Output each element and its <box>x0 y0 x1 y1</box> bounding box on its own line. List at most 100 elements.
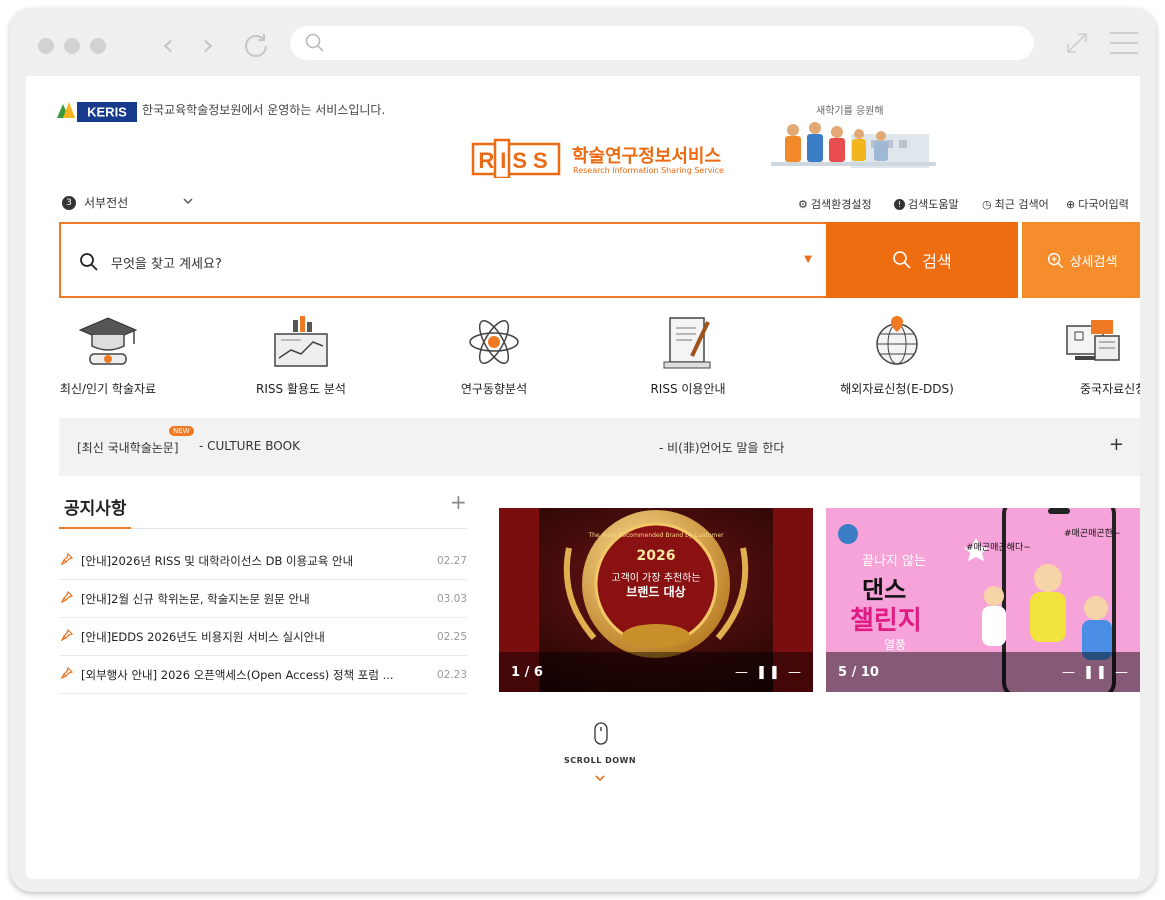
slide-counter: 1 / 6 <box>511 665 543 680</box>
notification-count-badge[interactable]: 3 <box>62 196 76 210</box>
multilingual-input-link[interactable]: ⊕ 다국어입력 <box>1066 196 1129 212</box>
notice-row[interactable]: [안내]2026년 RISS 및 대학라이선스 DB 이용교육 안내 02.27 <box>59 542 467 580</box>
banner-controls: 1 / 6 — ❚❚ — <box>499 652 813 692</box>
notice-more-button[interactable]: + <box>450 490 467 514</box>
keris-label: KERIS <box>87 105 127 120</box>
pin-icon <box>61 553 73 565</box>
new-badge: NEW <box>169 426 194 436</box>
chevron-down-icon[interactable] <box>182 196 194 206</box>
quick-link-label: RISS 이용안내 <box>650 382 726 396</box>
quick-link-research-trends[interactable]: 연구동향분석 <box>419 312 569 412</box>
search-help-label: 검색도움말 <box>908 198 959 211</box>
scroll-down-label: SCROLL DOWN <box>564 756 637 765</box>
mouse-icon[interactable] <box>593 722 609 746</box>
search-settings-link[interactable]: ⚙ 검색환경설정 <box>798 196 872 212</box>
ticker-item[interactable]: - CULTURE BOOK <box>199 439 300 453</box>
notice-date: 02.27 <box>436 555 467 567</box>
notice-title: 공지사항 <box>64 499 127 519</box>
pin-icon <box>61 667 73 679</box>
browser-toolbar: ‹ › <box>10 8 1156 76</box>
search-button[interactable]: 검색 <box>826 222 1018 298</box>
analytics-chart-icon <box>274 316 328 367</box>
info-icon: ! <box>894 198 905 210</box>
banner-headline: 챌린지 <box>850 606 922 636</box>
browser-window: ‹ › KERIS 한국교육학술정보원에서 운영하는 서비스입니다. 새학기를 … <box>10 8 1156 892</box>
dance-challenge-banner[interactable]: 끝나지 않는 댄스 챌린지 열풍 #매곤매곤해다~ #매곤매곤한~ 5 / 10… <box>826 508 1140 692</box>
keris-description: 한국교육학술정보원에서 운영하는 서비스입니다. <box>142 103 386 117</box>
search-placeholder: 무엇을 찾고 계세요? <box>111 257 222 272</box>
recent-search-link[interactable]: ◷ 최근 검색어 <box>982 196 1049 212</box>
recent-search-label: 최근 검색어 <box>994 198 1049 211</box>
quick-link-latest-popular[interactable]: 최신/인기 학술자료 <box>33 312 183 412</box>
title-underline <box>59 527 131 529</box>
ticker-item[interactable]: - 비(非)언어도 말을 한다 <box>659 439 784 456</box>
ticker-more-button[interactable]: + <box>1109 434 1124 455</box>
quick-link-label: 해외자료신청(E-DDS) <box>840 382 954 396</box>
notice-row[interactable]: [안내]EDDS 2026년도 비용지원 서비스 실시안내 02.25 <box>59 618 467 656</box>
quick-link-label: RISS 활용도 분석 <box>256 382 346 396</box>
campaign-illustration[interactable] <box>771 116 936 176</box>
menu-icon[interactable] <box>1110 32 1138 54</box>
banner-ring-text: The most Recommended Brand by Customer <box>588 532 724 539</box>
computer-book-icon <box>1066 320 1120 361</box>
banner-text: 열풍 <box>884 638 907 652</box>
advanced-search-button[interactable]: 상세검색 <box>1022 222 1140 298</box>
user-name[interactable]: 서부전선 <box>84 194 128 211</box>
ticker-category[interactable]: [최신 국내학술논문] <box>77 439 179 456</box>
search-input[interactable]: 무엇을 찾고 계세요? ▼ <box>59 222 826 298</box>
advanced-search-label: 상세검색 <box>1069 254 1118 270</box>
search-button-label: 검색 <box>922 252 952 271</box>
banner-controls: 5 / 10 — ❚❚ — <box>826 652 1140 692</box>
document-pen-icon <box>663 317 711 369</box>
reload-icon[interactable] <box>242 30 270 58</box>
notice-row[interactable]: [안내]2월 신규 학위논문, 학술지논문 원문 안내 03.03 <box>59 580 467 618</box>
slide-counter: 5 / 10 <box>838 665 879 680</box>
keris-logo[interactable]: KERIS <box>57 100 137 122</box>
slide-nav-controls[interactable]: — ❚❚ — <box>735 665 803 680</box>
notice-text: [외부행사 안내] 2026 오픈액세스(Open Access) 정책 포럼 … <box>81 668 394 682</box>
graduation-cap-icon <box>78 317 138 365</box>
globe-icon: ⊕ <box>1066 197 1076 211</box>
window-maximize-dot[interactable] <box>90 38 106 54</box>
clock-icon: ◷ <box>982 197 992 211</box>
forward-arrow-icon[interactable]: › <box>202 26 214 66</box>
notice-row[interactable]: [외부행사 안내] 2026 오픈액세스(Open Access) 정책 포럼 … <box>59 656 467 694</box>
window-minimize-dot[interactable] <box>64 38 80 54</box>
campaign-title: 새학기를 응원해 <box>816 106 884 117</box>
search-settings-label: 검색환경설정 <box>810 198 872 211</box>
dropdown-caret-icon[interactable]: ▼ <box>804 254 812 265</box>
banner-text: 고객이 가장 추천하는 <box>611 573 701 584</box>
multilingual-input-label: 다국어입력 <box>1078 198 1129 211</box>
riss-logo[interactable]: RISS <box>471 138 561 178</box>
address-bar[interactable] <box>290 26 1034 60</box>
search-help-link[interactable]: ! 검색도움말 <box>894 196 959 212</box>
window-close-dot[interactable] <box>38 38 54 54</box>
quick-link-overseas-request[interactable]: 해외자료신청(E-DDS) <box>822 312 972 412</box>
quick-link-riss-analytics[interactable]: RISS 활용도 분석 <box>226 312 376 412</box>
banner-hashtag: #매곤매곤한~ <box>1064 529 1121 539</box>
quick-link-riss-guide[interactable]: RISS 이용안내 <box>613 312 763 412</box>
back-arrow-icon[interactable]: ‹ <box>162 26 174 66</box>
pin-icon <box>61 629 73 641</box>
riss-label: RISS <box>478 148 553 173</box>
quick-link-china-request[interactable]: 중국자료신청 <box>1022 312 1140 412</box>
chevron-down-icon[interactable] <box>594 773 606 783</box>
zoom-plus-icon <box>1047 252 1063 268</box>
quick-link-label: 중국자료신청 <box>1080 382 1140 396</box>
search-icon <box>893 251 911 269</box>
notice-text: [안내]EDDS 2026년도 비용지원 서비스 실시안내 <box>81 630 325 644</box>
riss-page: KERIS 한국교육학술정보원에서 운영하는 서비스입니다. 새학기를 응원해 … <box>26 76 1140 879</box>
gear-icon: ⚙ <box>798 197 808 211</box>
slide-nav-controls[interactable]: — ❚❚ — <box>1062 665 1130 680</box>
latest-papers-ticker: [최신 국내학술논문] NEW - CULTURE BOOK - 비(非)언어도… <box>59 418 1140 476</box>
notice-text: [안내]2월 신규 학위논문, 학술지논문 원문 안내 <box>81 592 310 606</box>
notice-date: 03.03 <box>436 593 467 605</box>
quick-link-label: 연구동향분석 <box>460 382 528 396</box>
pin-icon <box>61 591 73 603</box>
expand-icon[interactable] <box>1064 30 1090 56</box>
notice-date: 02.23 <box>436 669 467 681</box>
riss-title: 학술연구정보서비스 <box>572 146 722 167</box>
banner-year: 2026 <box>636 548 676 564</box>
brand-award-banner[interactable]: 2026 고객이 가장 추천하는 브랜드 대상 The most Recomme… <box>499 508 813 692</box>
quick-link-label: 최신/인기 학술자료 <box>59 382 157 396</box>
